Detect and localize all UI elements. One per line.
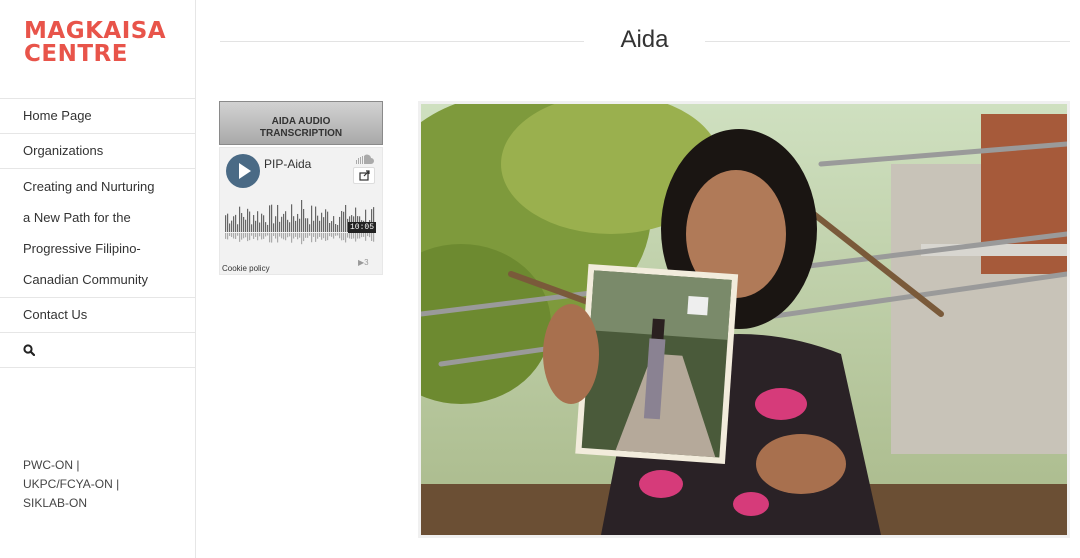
track-title[interactable]: PIP-Aida xyxy=(264,157,311,171)
nav-item-creating-and-nurturing[interactable]: Creating and Nurturing a New Path for th… xyxy=(0,169,195,298)
page-header: Aida xyxy=(220,22,1070,62)
logo-line-1: MAGKAISA xyxy=(24,18,167,44)
logo-line-2: CENTRE xyxy=(24,41,128,67)
footer-line: UKPC/FCYA-ON | xyxy=(23,477,120,491)
divider xyxy=(705,41,1070,42)
footer-line: SIKLAB-ON xyxy=(23,496,88,510)
button-label-line-1: AIDA AUDIO xyxy=(271,116,331,127)
sidebar-footer: PWC-ON | UKPC/FCYA-ON | SIKLAB-ON xyxy=(23,456,143,513)
nav-item-label: Canadian Community xyxy=(23,272,149,287)
site-logo[interactable]: MAGKAISA CENTRE xyxy=(24,18,167,67)
soundcloud-icon[interactable] xyxy=(356,154,374,164)
sidebar: MAGKAISA CENTRE Home Page Organizations … xyxy=(0,0,196,558)
nav-item-label: Creating and Nurturing xyxy=(23,179,155,194)
audio-transcription-button[interactable]: AIDA AUDIO TRANSCRIPTION xyxy=(219,101,383,145)
share-icon[interactable] xyxy=(353,167,375,184)
nav-item-home[interactable]: Home Page xyxy=(0,99,195,134)
nav-item-label: Progressive Filipino- xyxy=(23,241,141,256)
nav-item-organizations[interactable]: Organizations xyxy=(0,134,195,169)
play-count: ▶3 xyxy=(358,258,369,267)
nav-search[interactable] xyxy=(0,333,195,368)
page-title: Aida xyxy=(620,26,669,53)
button-label-line-2: TRANSCRIPTION xyxy=(259,128,343,139)
nav-item-label: a New Path for the xyxy=(23,210,131,225)
soundcloud-player: PIP-Aida 10:05 Cookie policy ▶3 xyxy=(219,147,383,275)
track-duration: 10:05 xyxy=(348,222,377,233)
portrait-photo xyxy=(418,101,1070,538)
cookie-policy-link[interactable]: Cookie policy xyxy=(222,264,270,273)
play-icon[interactable] xyxy=(226,154,260,188)
search-icon xyxy=(23,344,35,356)
nav-item-contact[interactable]: Contact Us xyxy=(0,298,195,333)
divider xyxy=(220,41,584,42)
main-nav: Home Page Organizations Creating and Nur… xyxy=(0,98,195,368)
footer-line: PWC-ON | xyxy=(23,458,80,472)
